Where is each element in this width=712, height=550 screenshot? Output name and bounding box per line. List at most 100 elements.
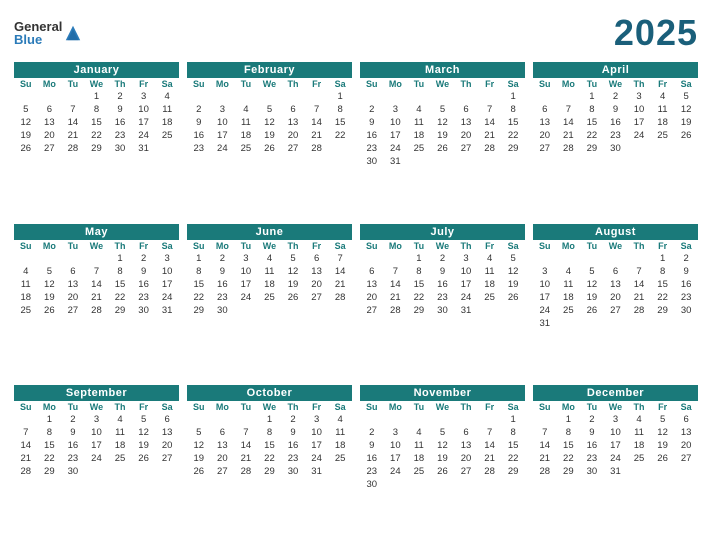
month-table-february: SuMoTuWeThFrSa12345678910111213141516171… <box>187 78 352 155</box>
day-cell <box>454 478 478 491</box>
month-block-october: OctoberSuMoTuWeThFrSa1234567891011121314… <box>187 385 352 540</box>
week-row: 3031 <box>360 155 525 168</box>
day-cell: 15 <box>501 116 525 129</box>
day-cell: 15 <box>85 116 109 129</box>
day-cell: 15 <box>258 439 282 452</box>
week-row: 1234567 <box>187 252 352 265</box>
week-row: 1234 <box>14 90 179 103</box>
week-row: 12 <box>533 252 698 265</box>
day-cell <box>627 252 651 265</box>
month-header-august: August <box>533 224 698 240</box>
day-cell: 26 <box>14 142 38 155</box>
day-cell: 9 <box>360 439 384 452</box>
day-cell <box>38 90 62 103</box>
day-header: We <box>85 240 109 252</box>
day-header: Fr <box>651 240 675 252</box>
day-cell: 18 <box>557 291 581 304</box>
month-block-january: JanuarySuMoTuWeThFrSa1234567891011121314… <box>14 62 179 217</box>
day-header: Tu <box>580 401 604 413</box>
day-cell: 16 <box>604 116 628 129</box>
day-header: Mo <box>557 401 581 413</box>
day-cell: 17 <box>132 116 156 129</box>
day-cell: 4 <box>407 426 431 439</box>
week-row: 10111213141516 <box>533 278 698 291</box>
day-cell: 31 <box>305 465 329 478</box>
day-cell <box>580 252 604 265</box>
day-header: Mo <box>384 401 408 413</box>
day-cell: 9 <box>281 426 305 439</box>
day-cell <box>155 142 179 155</box>
week-row: 30 <box>360 478 525 491</box>
day-cell: 10 <box>384 439 408 452</box>
day-cell: 27 <box>360 304 384 317</box>
month-table-august: SuMoTuWeThFrSa12345678910111213141516171… <box>533 240 698 330</box>
day-cell: 29 <box>651 304 675 317</box>
day-cell: 2 <box>604 90 628 103</box>
day-header: Tu <box>580 78 604 90</box>
day-cell: 1 <box>651 252 675 265</box>
day-cell: 4 <box>478 252 502 265</box>
week-row: 9101112131415 <box>360 439 525 452</box>
day-cell: 15 <box>328 116 352 129</box>
day-cell: 17 <box>305 439 329 452</box>
week-row: 11121314151617 <box>14 278 179 291</box>
week-row: 282930 <box>14 465 179 478</box>
day-cell <box>384 413 408 426</box>
day-cell: 10 <box>155 265 179 278</box>
day-cell: 14 <box>627 278 651 291</box>
day-header: Fr <box>305 78 329 90</box>
day-header: Fr <box>651 401 675 413</box>
day-header: Tu <box>61 401 85 413</box>
day-header: Mo <box>211 401 235 413</box>
day-cell: 18 <box>627 439 651 452</box>
day-cell: 2 <box>61 413 85 426</box>
day-header: Th <box>454 78 478 90</box>
day-cell: 1 <box>108 252 132 265</box>
week-row: 1234 <box>187 413 352 426</box>
day-cell: 31 <box>604 465 628 478</box>
day-cell: 29 <box>557 465 581 478</box>
day-header: Mo <box>38 78 62 90</box>
week-row: 13141516171819 <box>533 116 698 129</box>
day-header: Mo <box>557 240 581 252</box>
day-cell: 5 <box>281 252 305 265</box>
day-cell <box>557 90 581 103</box>
week-row: 6789101112 <box>533 103 698 116</box>
day-cell <box>328 465 352 478</box>
day-cell: 16 <box>108 116 132 129</box>
day-cell: 5 <box>132 413 156 426</box>
day-cell <box>674 317 698 330</box>
day-cell: 11 <box>14 278 38 291</box>
month-block-april: AprilSuMoTuWeThFrSa123456789101112131415… <box>533 62 698 217</box>
day-cell: 2 <box>211 252 235 265</box>
day-cell: 11 <box>155 103 179 116</box>
day-cell <box>384 478 408 491</box>
day-header: Fr <box>478 78 502 90</box>
day-cell <box>478 413 502 426</box>
day-cell <box>258 304 282 317</box>
day-cell: 8 <box>85 103 109 116</box>
day-cell: 11 <box>328 426 352 439</box>
day-cell: 14 <box>85 278 109 291</box>
day-cell: 14 <box>305 116 329 129</box>
day-cell: 14 <box>557 116 581 129</box>
logo-icon <box>64 24 82 42</box>
day-cell <box>108 465 132 478</box>
day-cell: 11 <box>407 116 431 129</box>
day-cell: 7 <box>533 426 557 439</box>
day-cell: 3 <box>305 413 329 426</box>
day-cell: 9 <box>211 265 235 278</box>
day-cell: 25 <box>328 452 352 465</box>
day-cell: 3 <box>234 252 258 265</box>
week-row: 9101112131415 <box>187 116 352 129</box>
week-row: 14151617181920 <box>14 439 179 452</box>
day-header: Sa <box>674 240 698 252</box>
day-cell <box>557 252 581 265</box>
day-header: Tu <box>234 78 258 90</box>
day-cell: 8 <box>108 265 132 278</box>
day-cell: 3 <box>132 90 156 103</box>
month-header-december: December <box>533 385 698 401</box>
day-cell: 13 <box>281 116 305 129</box>
day-header: Sa <box>155 401 179 413</box>
day-cell: 25 <box>155 129 179 142</box>
